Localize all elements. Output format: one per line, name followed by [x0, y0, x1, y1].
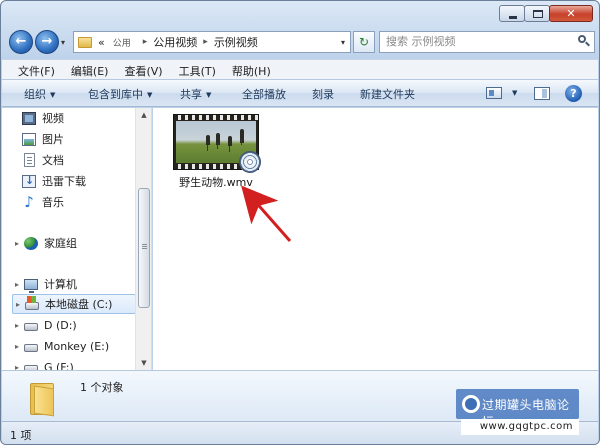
forum-logo-icon [462, 395, 480, 413]
folder-icon [30, 379, 56, 417]
status-item-count: 1 项 [10, 429, 32, 442]
item-count: 1 个对象 [80, 381, 124, 394]
watermark-url: www.gqgtpc.com [461, 419, 579, 435]
watermark-badge: 过期罐头电脑论坛 [456, 389, 579, 429]
explorer-window: ✕ ← → ▾ « 公用 ▸ 公用视频 ▸ 示例视频 ▾ ↻ 搜索 示例视频 文… [0, 0, 600, 445]
